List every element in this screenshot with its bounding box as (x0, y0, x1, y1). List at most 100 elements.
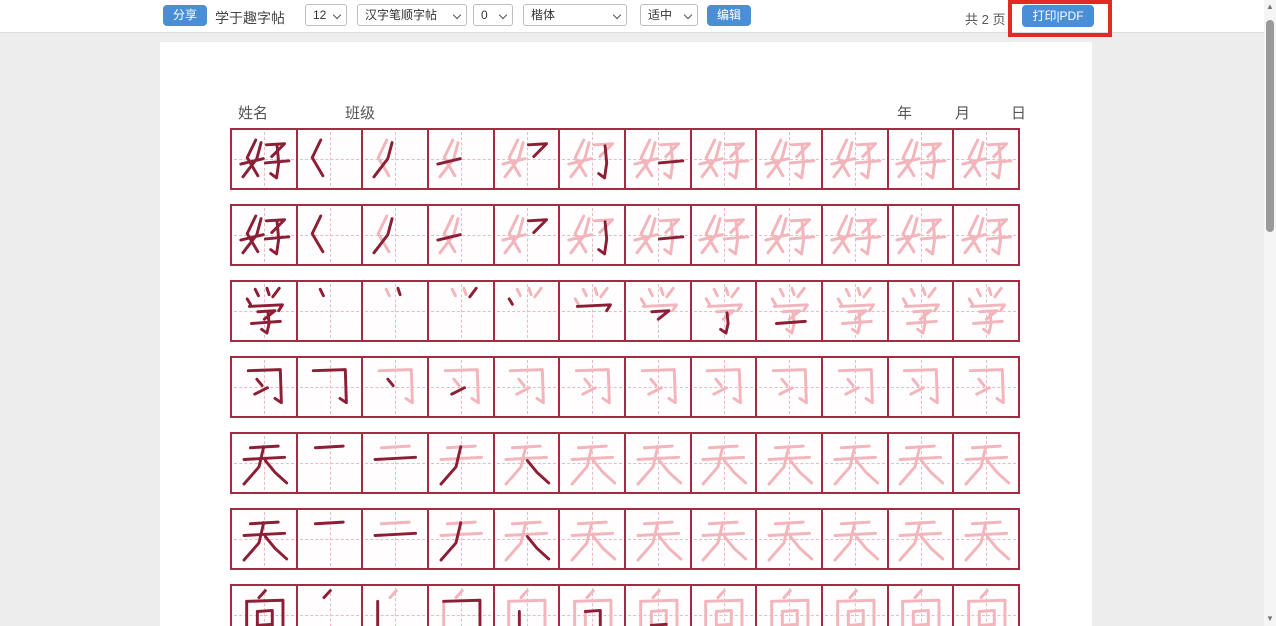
character-glyph-习 (760, 360, 819, 413)
practice-cell (495, 206, 561, 264)
grid-row-学 (230, 280, 1020, 342)
character-glyph-好 (497, 208, 556, 261)
character-glyph-好 (563, 208, 622, 261)
scrollbar-thumb[interactable] (1266, 20, 1274, 232)
vertical-scrollbar[interactable]: ▲ ▼ (1264, 0, 1276, 626)
practice-cell (692, 434, 758, 492)
character-glyph-习 (366, 360, 425, 413)
character-glyph-天 (694, 512, 753, 565)
practice-cell (298, 206, 364, 264)
character-glyph-天 (497, 512, 556, 565)
density-select-wrap: 适中 (640, 4, 698, 26)
practice-cell (298, 358, 364, 416)
character-glyph-习 (891, 360, 950, 413)
character-glyph-向 (497, 588, 556, 626)
character-glyph-好 (826, 208, 885, 261)
character-glyph-天 (891, 436, 950, 489)
character-glyph-好 (760, 132, 819, 185)
character-glyph-向 (694, 588, 753, 626)
font-select-wrap: 楷体 (523, 4, 627, 26)
practice-cell (626, 434, 692, 492)
character-glyph-天 (826, 512, 885, 565)
spacing-select[interactable]: 0 (473, 4, 513, 26)
month-label: 月 (955, 102, 970, 123)
grid-row-习 (230, 356, 1020, 418)
practice-cell (757, 434, 823, 492)
practice-cell (560, 358, 626, 416)
practice-cell (495, 282, 561, 340)
practice-cell (298, 282, 364, 340)
character-glyph-学 (629, 284, 688, 337)
template-select[interactable]: 汉字笔顺字帖 (357, 4, 467, 26)
practice-cell (889, 130, 955, 188)
character-glyph-学 (891, 284, 950, 337)
grid-row-天 (230, 432, 1020, 494)
character-glyph-好 (694, 208, 753, 261)
practice-cell (757, 586, 823, 626)
character-glyph-好 (366, 208, 425, 261)
character-glyph-天 (235, 436, 294, 489)
character-glyph-好 (629, 208, 688, 261)
practice-cell (757, 358, 823, 416)
practice-cell (626, 206, 692, 264)
character-glyph-学 (432, 284, 491, 337)
character-glyph-习 (497, 360, 556, 413)
character-glyph-天 (629, 436, 688, 489)
grid-row-好 (230, 204, 1020, 266)
grid-row-向 (230, 584, 1020, 626)
practice-cell (626, 586, 692, 626)
edit-button[interactable]: 编辑 (707, 5, 751, 26)
practice-cell (363, 130, 429, 188)
share-button[interactable]: 分享 (163, 5, 207, 26)
practice-cell (954, 206, 1018, 264)
practice-cell (429, 434, 495, 492)
character-glyph-天 (891, 512, 950, 565)
character-glyph-向 (432, 588, 491, 626)
practice-cell (692, 130, 758, 188)
model-cell (232, 282, 298, 340)
toolbar: 分享 学于趣字帖 12 汉字笔顺字帖 0 楷体 (0, 0, 1276, 33)
print-pdf-button[interactable]: 打印|PDF (1022, 5, 1094, 27)
character-glyph-天 (432, 512, 491, 565)
character-glyph-好 (629, 132, 688, 185)
practice-cell (823, 358, 889, 416)
worksheet-page: 姓名 班级 年 月 日 (160, 42, 1092, 626)
practice-cell (495, 586, 561, 626)
practice-cell (954, 510, 1018, 568)
practice-cell (954, 586, 1018, 626)
day-label: 日 (1011, 102, 1026, 123)
practice-cell (626, 130, 692, 188)
character-glyph-向 (957, 588, 1016, 626)
practice-cell (626, 282, 692, 340)
practice-cell (954, 434, 1018, 492)
character-glyph-天 (432, 436, 491, 489)
practice-cell (692, 206, 758, 264)
practice-cell (363, 434, 429, 492)
character-glyph-好 (957, 132, 1016, 185)
scroll-down-icon[interactable]: ▼ (1264, 612, 1276, 626)
practice-cell (560, 510, 626, 568)
character-glyph-向 (826, 588, 885, 626)
character-glyph-好 (891, 132, 950, 185)
character-glyph-学 (497, 284, 556, 337)
character-glyph-天 (235, 512, 294, 565)
density-select[interactable]: 适中 (640, 4, 698, 26)
character-glyph-天 (563, 512, 622, 565)
practice-grid (230, 128, 1020, 626)
character-glyph-好 (432, 208, 491, 261)
font-select[interactable]: 楷体 (523, 4, 627, 26)
practice-cell (757, 130, 823, 188)
character-glyph-向 (235, 588, 294, 626)
practice-cell (954, 282, 1018, 340)
practice-cell (757, 206, 823, 264)
practice-cell (889, 358, 955, 416)
font-size-select[interactable]: 12 (305, 4, 347, 26)
practice-cell (298, 434, 364, 492)
spacing-select-wrap: 0 (473, 4, 513, 26)
character-glyph-天 (957, 512, 1016, 565)
character-glyph-天 (497, 436, 556, 489)
practice-cell (823, 586, 889, 626)
scroll-up-icon[interactable]: ▲ (1264, 0, 1276, 14)
character-glyph-向 (366, 588, 425, 626)
practice-cell (626, 510, 692, 568)
